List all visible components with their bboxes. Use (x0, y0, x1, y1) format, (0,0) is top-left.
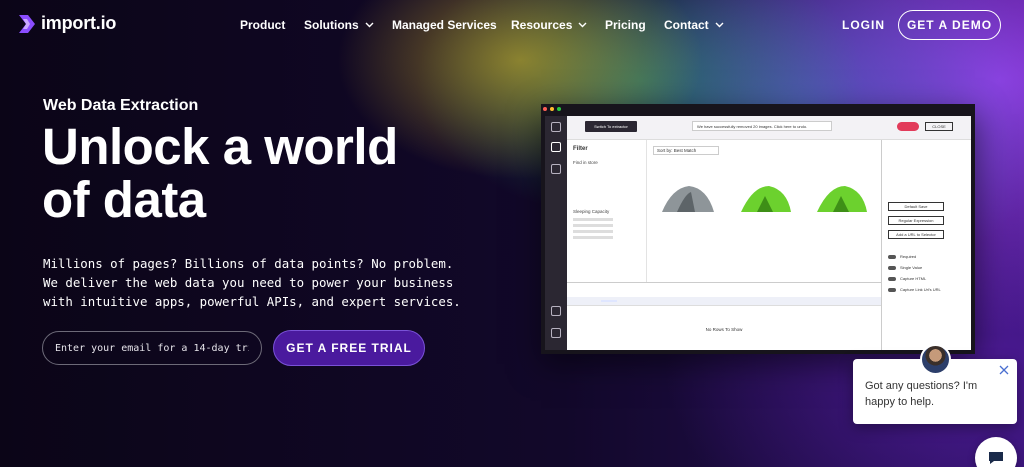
reports-icon (551, 164, 561, 174)
subtitle-line-1: Millions of pages? Billions of data poin… (43, 256, 454, 271)
minimize-dot (550, 107, 554, 111)
home-icon (551, 122, 561, 132)
nav-solutions[interactable]: Solutions (304, 18, 374, 32)
chat-bubble-icon (989, 452, 1003, 464)
toggle-label: Capture HTML (900, 276, 927, 281)
nav-managed-services[interactable]: Managed Services (392, 18, 497, 32)
app-top-actions: CLOSE (881, 116, 971, 140)
login-link[interactable]: LOGIN (842, 18, 885, 32)
hero-headline: Unlock a world of data (42, 120, 502, 226)
product-grid: Sort by: Best Match (647, 140, 881, 282)
nav-pricing-label: Pricing (605, 18, 646, 32)
sort-dropdown: Sort by: Best Match (653, 146, 719, 155)
logo-icon (19, 14, 35, 33)
filter-title: Filter (573, 146, 588, 152)
account-icon (551, 306, 561, 316)
rp-button: Default Save (888, 202, 944, 211)
download-icon (551, 142, 561, 152)
green-tent-image (817, 186, 867, 212)
nav-contact[interactable]: Contact (664, 18, 724, 32)
close-icon[interactable] (999, 365, 1009, 375)
close-pill: CLOSE (925, 122, 953, 131)
app-toolbar: Switch To extractor We have successfully… (567, 116, 881, 140)
nav-solutions-label: Solutions (304, 18, 359, 32)
nav-managed-services-label: Managed Services (392, 18, 497, 32)
green-tent-image (741, 186, 791, 212)
nav-resources[interactable]: Resources (511, 18, 587, 32)
maximize-dot (557, 107, 561, 111)
avatar (920, 344, 951, 375)
data-table: ​ No Rows To Show (567, 282, 881, 350)
chevron-down-icon (715, 22, 724, 28)
product-screenshot: Switch To extractor We have successfully… (541, 104, 975, 354)
filter-panel: Filter Find in store Sleeping Capacity (567, 140, 647, 282)
filter-section: Find in store (573, 160, 598, 165)
app-sidebar (545, 116, 567, 350)
hero-eyebrow: Web Data Extraction (43, 97, 199, 114)
chevron-down-icon (365, 22, 374, 28)
toast-message: We have successfully removed 20 images. … (692, 121, 832, 131)
nav-product-label: Product (240, 18, 286, 32)
nav-contact-label: Contact (664, 18, 709, 32)
brand-logo[interactable]: import.io (19, 13, 116, 34)
sleeping-capacity-label: Sleeping Capacity (573, 209, 610, 214)
toggle-row: Required (888, 254, 965, 259)
toggle-label: Single Value (900, 265, 923, 270)
subtitle-line-2: We deliver the web data you need to powe… (43, 275, 454, 290)
switch-extractor-button: Switch To extractor (585, 121, 637, 132)
toggle-label: Capture Link Url's URL (900, 287, 941, 292)
column-settings-panel: Default Save Regular Expression Add a UR… (881, 140, 971, 350)
rp-button: Add a URL to Selector (888, 230, 944, 239)
subtitle-line-3: with intuitive apps, powerful APIs, and … (43, 294, 461, 309)
get-a-demo-button[interactable]: GET A DEMO (898, 10, 1001, 40)
help-icon (551, 328, 561, 338)
toggle-row: Capture Link Url's URL (888, 287, 965, 292)
close-dot (543, 107, 547, 111)
nav-pricing[interactable]: Pricing (605, 18, 646, 32)
nav-resources-label: Resources (511, 18, 573, 32)
no-rows-message: No Rows To Show (705, 327, 743, 332)
save-pill (897, 122, 919, 131)
toggle-label: Required (900, 254, 917, 259)
toggle-row: Single Value (888, 265, 965, 270)
window-controls (543, 107, 561, 111)
headline-line-2: of data (42, 171, 206, 228)
email-input[interactable] (42, 331, 262, 365)
chat-message: Got any questions? I'm happy to help. (865, 380, 978, 408)
free-trial-button[interactable]: GET A FREE TRIAL (273, 330, 425, 366)
hero-subtitle: Millions of pages? Billions of data poin… (43, 254, 493, 311)
chevron-down-icon (578, 22, 587, 28)
headline-line-1: Unlock a world (42, 118, 398, 175)
toggle-row: Capture HTML (888, 276, 965, 281)
table-header: ​ (567, 297, 881, 306)
top-navigation: import.io Product Solutions Managed Serv… (0, 0, 1024, 50)
nav-product[interactable]: Product (240, 18, 285, 32)
rp-button: Regular Expression (888, 216, 944, 225)
grey-tent-image (662, 186, 714, 212)
brand-name: import.io (41, 13, 117, 33)
